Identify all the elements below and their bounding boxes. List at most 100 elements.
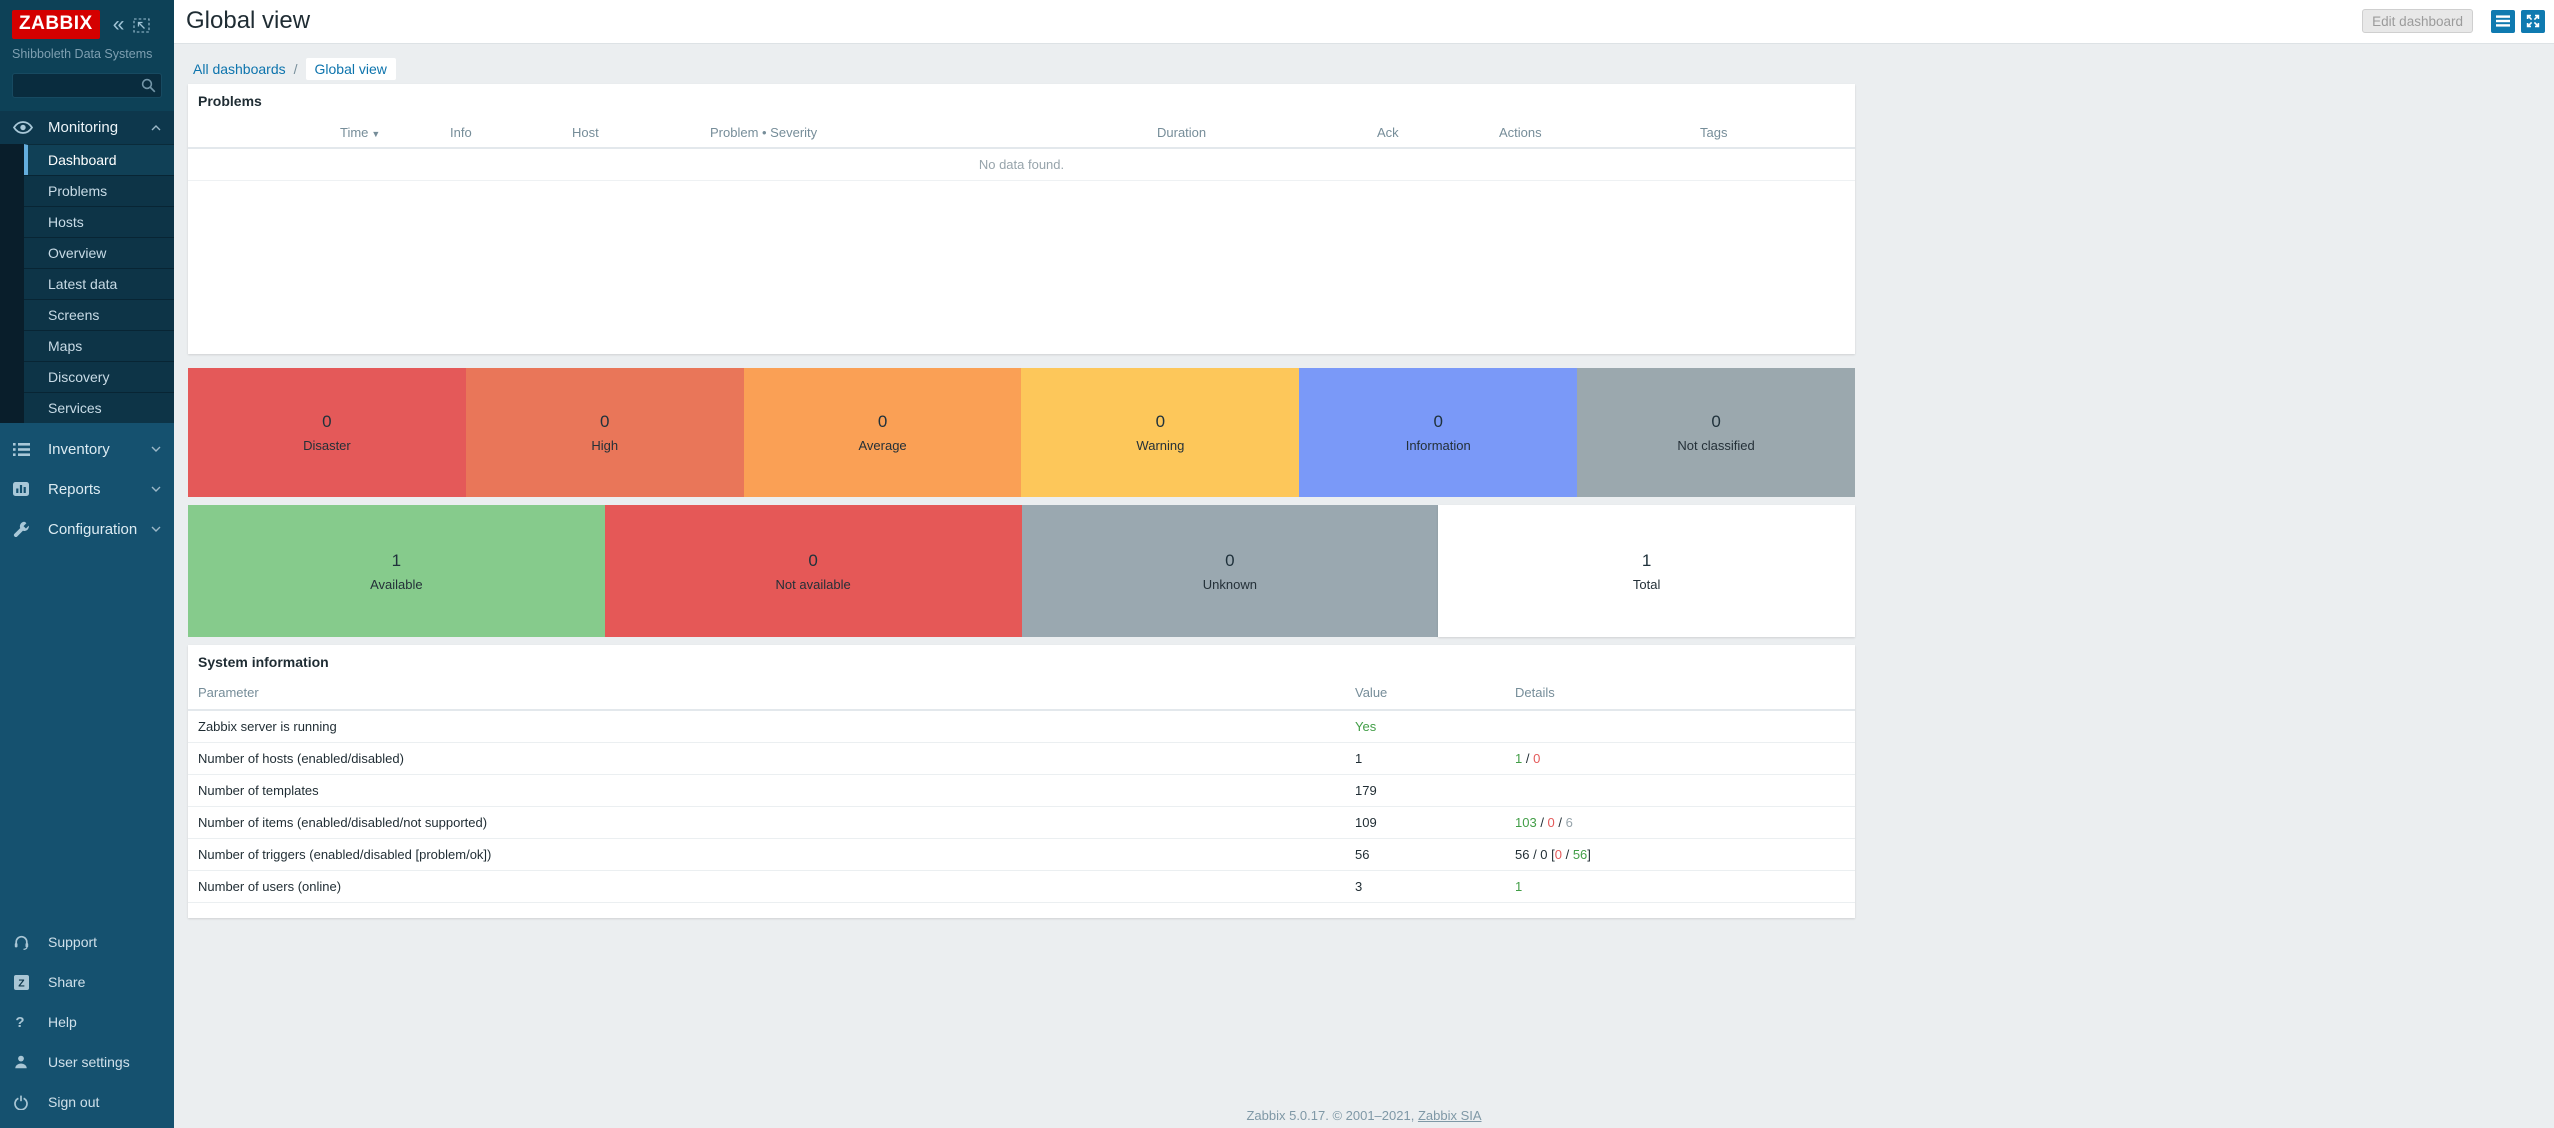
tile-label: Information <box>1406 438 1471 453</box>
menu-label: Support <box>48 934 97 950</box>
availability-tile-total: 1Total <box>1438 505 1855 637</box>
sidebar-item-problems[interactable]: Problems <box>24 175 174 206</box>
menu-label: User settings <box>48 1054 130 1070</box>
chevron-up-icon <box>151 125 161 131</box>
severity-tile-warning: 0Warning <box>1021 368 1299 497</box>
main-area: Global view Edit dashboard All dashboard… <box>174 0 2554 1128</box>
footer-zabbix-sia-link[interactable]: Zabbix SIA <box>1418 1108 1482 1123</box>
topbar: Global view Edit dashboard <box>174 0 2554 44</box>
details-text: ] <box>1587 847 1591 862</box>
breadcrumb-all-dashboards[interactable]: All dashboards <box>193 61 286 77</box>
column-header-host: Host <box>572 125 599 140</box>
menu-label: Sign out <box>48 1094 99 1110</box>
hide-sidebar-icon[interactable] <box>133 18 150 33</box>
tile-count: 0 <box>322 412 331 432</box>
page-title: Global view <box>186 7 310 35</box>
sidebar-item-reports[interactable]: Reports <box>0 469 174 509</box>
details-text: / <box>1537 815 1548 830</box>
tile-label: High <box>591 438 618 453</box>
collapse-sidebar-icon[interactable]: « <box>113 18 125 32</box>
details-link[interactable]: 1 <box>1515 879 1522 894</box>
column-header-ack: Ack <box>1377 125 1399 140</box>
tile-count: 0 <box>1433 412 1442 432</box>
breadcrumb-current[interactable]: Global view <box>306 58 396 80</box>
tile-count: 0 <box>1711 412 1720 432</box>
parameter-cell: Number of templates <box>188 775 1345 807</box>
sidebar-item-monitoring[interactable]: Monitoring <box>0 111 174 144</box>
sidebar-item-share[interactable]: ZShare <box>0 962 174 1002</box>
menu-label: Inventory <box>48 441 110 458</box>
value-cell: Yes <box>1345 710 1505 743</box>
details-link[interactable]: 6 <box>1566 815 1573 830</box>
value-cell: 109 <box>1345 807 1505 839</box>
tile-label: Not classified <box>1677 438 1754 453</box>
system-info-row: Number of users (online)31 <box>188 871 1855 903</box>
sidebar-item-dashboard[interactable]: Dashboard <box>24 144 174 175</box>
sidebar-item-hosts[interactable]: Hosts <box>24 206 174 237</box>
column-header-time[interactable]: Time▼ <box>340 125 380 140</box>
sidebar-item-support[interactable]: Support <box>0 922 174 962</box>
details-cell <box>1505 710 1855 743</box>
system-info-row: Number of items (enabled/disabled/not su… <box>188 807 1855 839</box>
sidebar-item-maps[interactable]: Maps <box>24 330 174 361</box>
sidebar-item-sign-out[interactable]: Sign out <box>0 1082 174 1122</box>
column-header-actions: Actions <box>1499 125 1542 140</box>
tile-count: 0 <box>1156 412 1165 432</box>
menu-label: Reports <box>48 481 101 498</box>
menu-label: Configuration <box>48 521 137 538</box>
system-info-row: Number of hosts (enabled/disabled)11 / 0 <box>188 743 1855 775</box>
availability-tile-not-available: 0Not available <box>605 505 1022 637</box>
kiosk-mode-button[interactable] <box>2521 10 2545 33</box>
breadcrumb-separator: / <box>294 61 298 77</box>
tile-label: Available <box>370 577 423 592</box>
tile-count: 0 <box>1225 551 1234 571</box>
sidebar-item-discovery[interactable]: Discovery <box>24 361 174 392</box>
search-input[interactable] <box>12 73 162 98</box>
chevron-down-icon <box>151 446 161 452</box>
sidebar-item-configuration[interactable]: Configuration <box>0 509 174 549</box>
details-link[interactable]: 56 <box>1573 847 1587 862</box>
sidebar-item-inventory[interactable]: Inventory <box>0 429 174 469</box>
parameter-cell: Number of triggers (enabled/disabled [pr… <box>188 839 1345 871</box>
parameter-cell: Number of users (online) <box>188 871 1345 903</box>
availability-tile-available: 1Available <box>188 505 605 637</box>
edit-dashboard-button[interactable]: Edit dashboard <box>2362 9 2473 33</box>
details-cell: 56 / 0 [0 / 56] <box>1505 839 1855 871</box>
details-link[interactable]: 0 <box>1555 847 1562 862</box>
problems-widget-title: Problems <box>188 84 1855 109</box>
sidebar-item-user-settings[interactable]: User settings <box>0 1042 174 1082</box>
sidebar-item-help[interactable]: ?Help <box>0 1002 174 1042</box>
system-info-widget: System information ParameterValueDetails… <box>188 645 1855 918</box>
tile-count: 0 <box>600 412 609 432</box>
system-info-row: Zabbix server is runningYes <box>188 710 1855 743</box>
page-footer: Zabbix 5.0.17. © 2001–2021, Zabbix SIA <box>174 1108 2554 1123</box>
severity-tile-not-classified: 0 Not classified <box>1577 368 1855 497</box>
system-info-table: ParameterValueDetails Zabbix server is r… <box>188 675 1855 903</box>
value-cell: 179 <box>1345 775 1505 807</box>
chevron-down-icon <box>151 486 161 492</box>
breadcrumb: All dashboards / Global view <box>193 57 396 81</box>
zabbix-logo[interactable]: ZABBIX <box>12 10 100 39</box>
problems-header-row: Time▼InfoHostProblem • SeverityDurationA… <box>188 115 1855 149</box>
sidebar-item-latest-data[interactable]: Latest data <box>24 268 174 299</box>
details-link[interactable]: 103 <box>1515 815 1537 830</box>
tile-label: Not available <box>776 577 851 592</box>
dashboard-list-button[interactable] <box>2491 10 2515 33</box>
wrench-icon <box>13 521 29 537</box>
column-header-duration: Duration <box>1157 125 1206 140</box>
parameter-cell: Number of items (enabled/disabled/not su… <box>188 807 1345 839</box>
menu-label: Share <box>48 974 85 990</box>
details-link[interactable]: 0 <box>1548 815 1555 830</box>
details-text: 56 / 0 [ <box>1515 847 1555 862</box>
value-cell: 1 <box>1345 743 1505 775</box>
sidebar-item-screens[interactable]: Screens <box>24 299 174 330</box>
fullscreen-arrows-icon <box>2526 14 2540 28</box>
details-link[interactable]: 0 <box>1533 751 1540 766</box>
sidebar-item-overview[interactable]: Overview <box>24 237 174 268</box>
system-info-row: Number of templates179 <box>188 775 1855 807</box>
tile-count: 0 <box>878 412 887 432</box>
sidebar-item-services[interactable]: Services <box>24 392 174 423</box>
value-cell: 56 <box>1345 839 1505 871</box>
no-data-message: No data found. <box>979 157 1064 172</box>
column-header-value: Value <box>1345 675 1505 710</box>
